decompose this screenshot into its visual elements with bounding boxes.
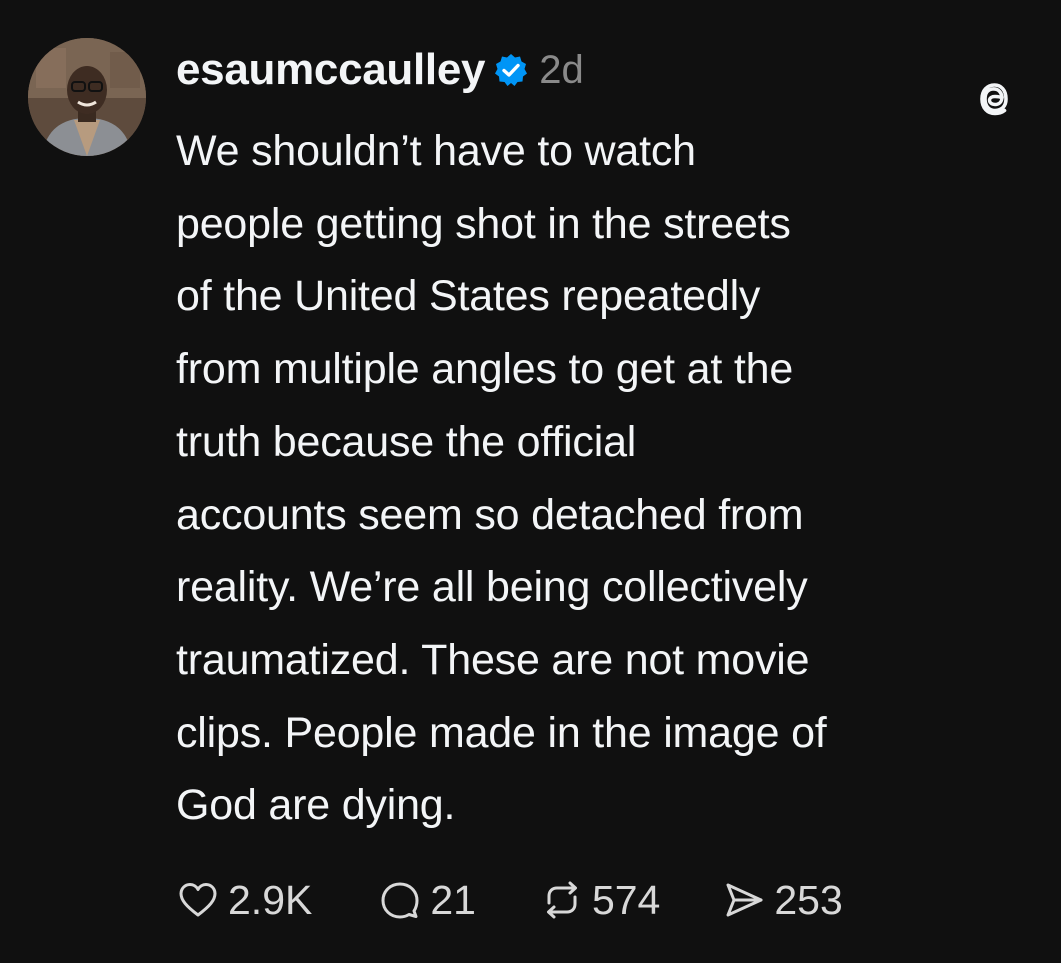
post-text-line: people getting shot in the streets bbox=[176, 199, 791, 248]
avatar[interactable] bbox=[28, 38, 146, 156]
send-arrow-icon bbox=[726, 883, 763, 917]
reply-count: 21 bbox=[430, 876, 476, 923]
heart-icon bbox=[179, 883, 217, 917]
post-text-line: from multiple angles to get at the bbox=[176, 345, 794, 394]
repost-arrows-icon bbox=[546, 881, 577, 919]
post-text-line: We shouldn’t have to watch bbox=[176, 127, 696, 175]
like-count: 2.9K bbox=[228, 876, 313, 923]
post-actions: 2.9K 21 574 253 bbox=[176, 868, 843, 932]
post-text-line: truth because the official bbox=[176, 417, 637, 466]
like-button[interactable]: 2.9K bbox=[176, 877, 312, 924]
username[interactable]: esaumccaulley bbox=[176, 45, 486, 95]
share-button[interactable]: 253 bbox=[722, 876, 843, 924]
reply-button[interactable]: 21 bbox=[378, 877, 476, 924]
post-text-line: reality. We’re all being collectively bbox=[176, 563, 808, 612]
post-header: esaumccaulley 2d bbox=[176, 40, 584, 100]
post-text-line: accounts seem so detached from bbox=[176, 490, 804, 539]
repost-button[interactable]: 574 bbox=[540, 877, 660, 924]
comment-bubble-icon bbox=[381, 882, 419, 919]
post-text-line: God are dying. bbox=[176, 781, 456, 830]
repost-count: 574 bbox=[591, 876, 661, 923]
post-timestamp: 2d bbox=[539, 47, 584, 92]
post-body: We shouldn’t have to watch people gettin… bbox=[176, 115, 1036, 842]
avatar-photo bbox=[28, 38, 146, 156]
share-count: 253 bbox=[774, 876, 843, 923]
post-text-line: clips. People made in the image of bbox=[176, 708, 827, 757]
post-text-line: of the United States repeatedly bbox=[176, 272, 761, 321]
post-text-line: traumatized. These are not movie bbox=[176, 635, 810, 684]
threads-post: esaumccaulley 2d We shouldn’t have to wa… bbox=[0, 0, 1061, 963]
verified-badge-icon bbox=[495, 54, 528, 86]
